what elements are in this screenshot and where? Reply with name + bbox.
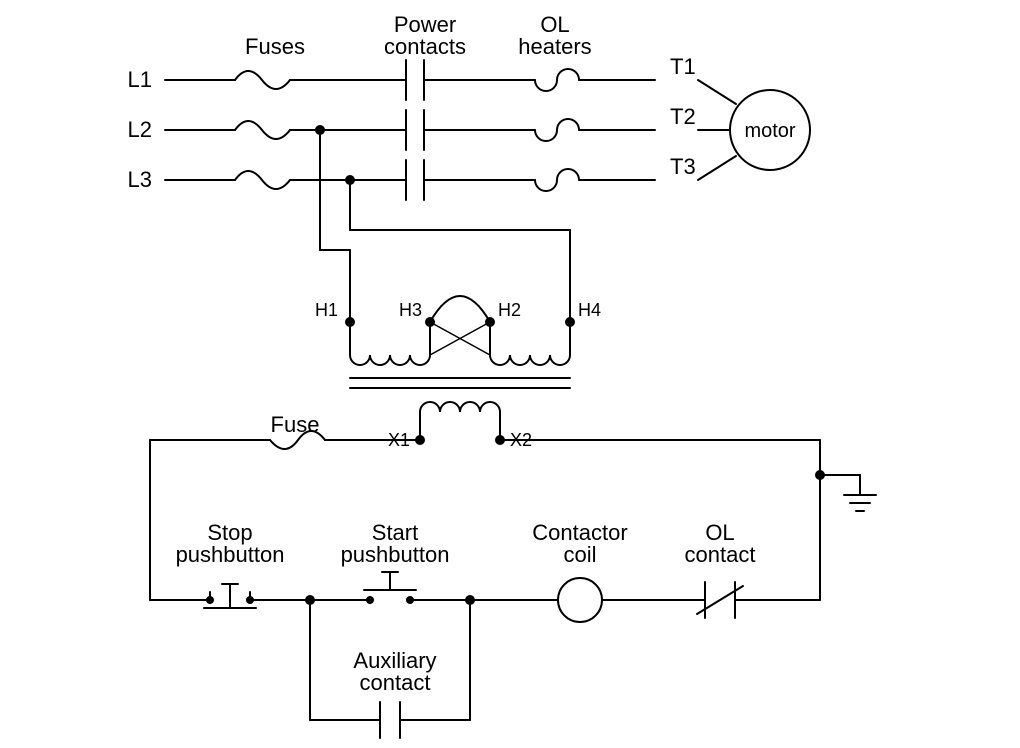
stop-pushbutton-label-2: pushbutton: [176, 542, 285, 567]
power-contacts-label-2: contacts: [384, 34, 466, 59]
ground-icon: [844, 495, 876, 511]
contactor-coil-label-2: coil: [563, 542, 596, 567]
l3-label: L3: [128, 167, 152, 192]
t3-label: T3: [670, 154, 696, 179]
start-pushbutton-icon: [364, 572, 416, 603]
l1-label: L1: [128, 67, 152, 92]
t1-label: T1: [670, 54, 696, 79]
ol-heater-l2-icon: [535, 119, 579, 141]
ol-heater-l3-icon: [535, 169, 579, 191]
stop-pushbutton-icon: [204, 584, 256, 608]
h4-label: H4: [578, 300, 601, 320]
fuse-l3-icon: [235, 171, 290, 189]
fuse-l2-icon: [235, 121, 290, 139]
t2-label: T2: [670, 104, 696, 129]
fuses-label: Fuses: [245, 34, 305, 59]
fuse-label: Fuse: [271, 412, 320, 437]
h1-label: H1: [315, 300, 338, 320]
h3-label: H3: [399, 300, 422, 320]
auxiliary-contact-icon: [380, 702, 400, 738]
ol-heaters-label-2: heaters: [518, 34, 591, 59]
fuse-l1-icon: [235, 71, 290, 89]
circuit-diagram: Fuses Power contacts OL heaters L1 T1 L2: [0, 0, 1020, 748]
ol-contact-label-2: contact: [685, 542, 756, 567]
ol-heater-l1-icon: [535, 69, 579, 91]
auxiliary-contact-label-2: contact: [360, 670, 431, 695]
h2-label: H2: [498, 300, 521, 320]
l2-label: L2: [128, 117, 152, 142]
start-pushbutton-label-2: pushbutton: [341, 542, 450, 567]
transformer-secondary-icon: [420, 402, 500, 412]
transformer-primary-left-icon: [350, 355, 430, 365]
motor-label: motor: [744, 120, 795, 142]
transformer-primary-right-icon: [490, 355, 570, 365]
contactor-coil-icon: [558, 578, 602, 622]
